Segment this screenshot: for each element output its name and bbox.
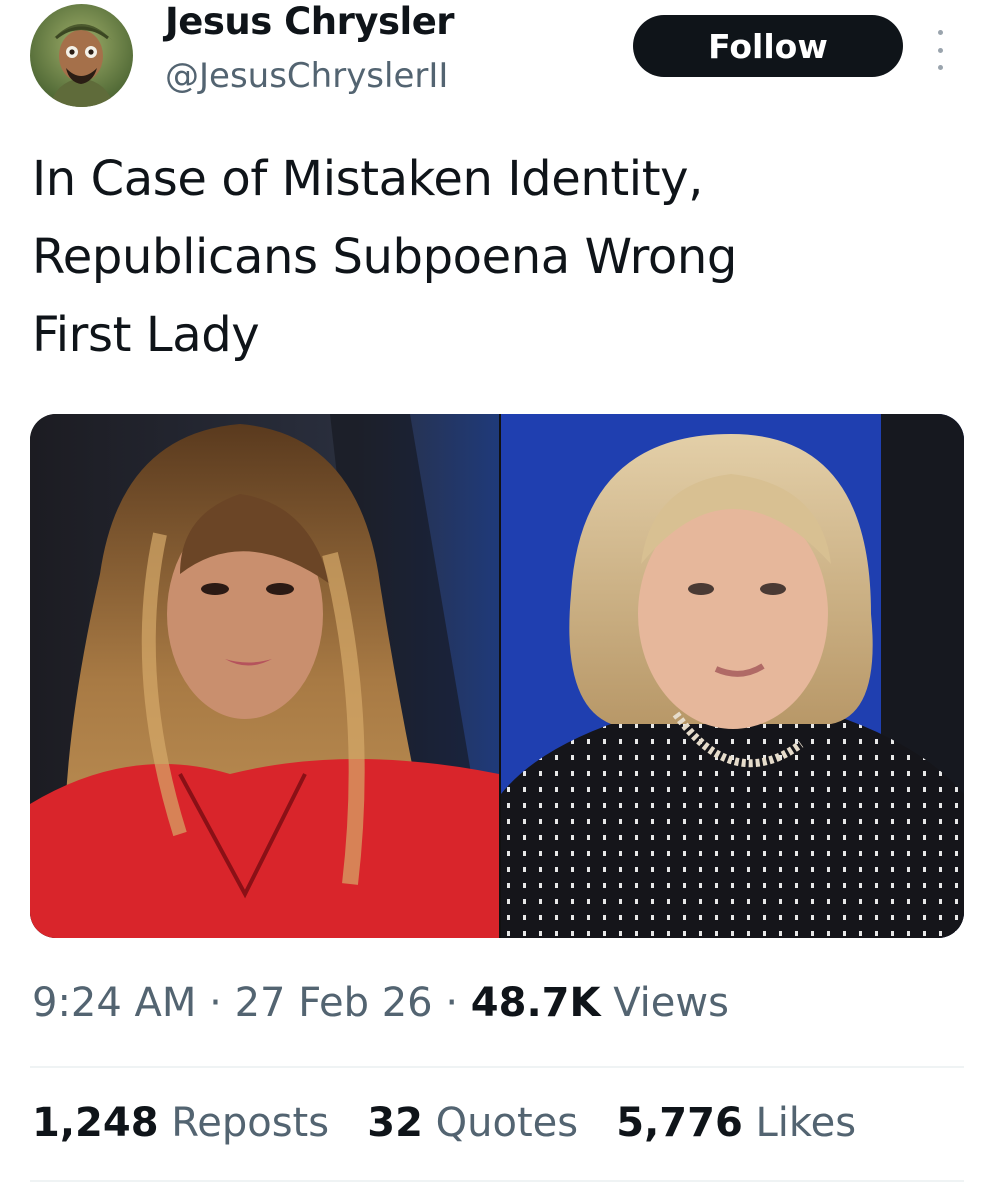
- quotes-label: Quotes: [435, 1100, 579, 1146]
- reposts-label: Reposts: [171, 1100, 330, 1146]
- media-photo-left[interactable]: [30, 414, 499, 938]
- tweet-time[interactable]: 9:24 AM: [32, 980, 196, 1026]
- author-display-name[interactable]: Jesus Chrysler: [165, 0, 455, 43]
- likes-count: 5,776: [616, 1100, 743, 1146]
- reposts-stat[interactable]: 1,248 Reposts: [32, 1100, 329, 1146]
- reposts-count: 1,248: [32, 1100, 159, 1146]
- author-handle[interactable]: @JesusChryslerII: [165, 56, 448, 96]
- likes-stat[interactable]: 5,776 Likes: [616, 1100, 856, 1146]
- more-dot: [937, 30, 943, 35]
- quotes-stat[interactable]: 32 Quotes: [367, 1100, 578, 1146]
- divider: [30, 1180, 964, 1182]
- quotes-count: 32: [367, 1100, 423, 1146]
- tweet-text: In Case of Mistaken Identity, Republican…: [32, 151, 737, 363]
- divider: [30, 1066, 964, 1068]
- meta-separator: ·: [445, 980, 459, 1026]
- views-label: Views: [613, 980, 729, 1026]
- tweet-media[interactable]: [30, 414, 964, 938]
- more-vertical-icon[interactable]: [930, 30, 950, 70]
- media-photo-right[interactable]: [501, 414, 964, 938]
- tweet-date[interactable]: 27 Feb 26: [235, 980, 433, 1026]
- author-avatar[interactable]: [30, 4, 133, 107]
- more-dot: [937, 65, 943, 70]
- follow-button[interactable]: Follow: [633, 15, 903, 77]
- tweet-meta: 9:24 AM · 27 Feb 26 · 48.7K Views: [32, 980, 729, 1026]
- meta-separator: ·: [209, 980, 222, 1026]
- views-count: 48.7K: [470, 980, 601, 1026]
- more-dot: [937, 47, 943, 53]
- engagement-stats: 1,248 Reposts 32 Quotes 5,776 Likes: [32, 1100, 856, 1146]
- likes-label: Likes: [755, 1100, 857, 1146]
